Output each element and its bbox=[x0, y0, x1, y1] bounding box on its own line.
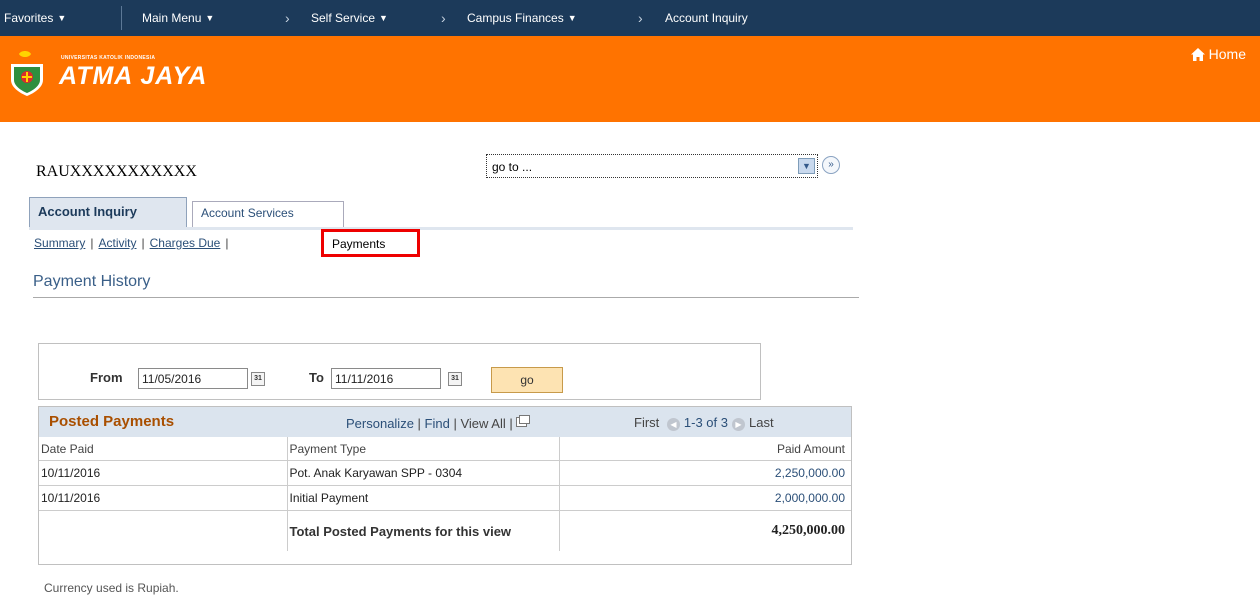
date-cell: 10/11/2016 bbox=[39, 460, 288, 486]
crest-icon bbox=[11, 51, 43, 96]
student-id: RAUXXXXXXXXXXX bbox=[36, 163, 197, 180]
double-chevron-right-icon: » bbox=[828, 159, 834, 170]
home-icon bbox=[1190, 48, 1205, 61]
grid-header: Posted Payments Personalize | Find | Vie… bbox=[39, 407, 851, 437]
tab-account-services[interactable]: Account Services bbox=[192, 201, 344, 227]
table-header-row: Date Paid Payment Type Paid Amount bbox=[39, 437, 851, 461]
from-label: From bbox=[90, 370, 123, 385]
grid-title: Posted Payments bbox=[49, 413, 175, 430]
go-button[interactable]: go bbox=[491, 367, 563, 393]
next-arrow-icon: ▶ bbox=[732, 418, 745, 431]
separator: | bbox=[225, 236, 229, 250]
caret-down-icon: ▼ bbox=[567, 13, 577, 23]
row-range: 1-3 of 3 bbox=[683, 415, 728, 430]
main-menu-label: Main Menu bbox=[142, 11, 202, 25]
to-label: To bbox=[309, 370, 324, 385]
chevron-down-icon[interactable]: ▼ bbox=[798, 158, 815, 174]
summary-link[interactable]: Summary bbox=[34, 236, 85, 250]
caret-down-icon: ▼ bbox=[57, 13, 67, 23]
charges-due-link[interactable]: Charges Due bbox=[150, 236, 221, 250]
last-link: Last bbox=[749, 415, 774, 430]
home-label: Home bbox=[1208, 46, 1246, 62]
home-link[interactable]: Home bbox=[1190, 46, 1246, 62]
separator: | bbox=[90, 236, 94, 250]
table-row: 10/11/2016 Initial Payment 2,000,000.00 bbox=[39, 485, 851, 511]
personalize-link[interactable]: Personalize bbox=[346, 416, 414, 431]
find-link[interactable]: Find bbox=[425, 416, 450, 431]
total-amount: 4,250,000.00 bbox=[559, 510, 851, 551]
column-header-amount: Paid Amount bbox=[776, 441, 845, 456]
new-window-icon[interactable] bbox=[516, 415, 531, 427]
breadcrumb-chevron-icon: › bbox=[638, 10, 643, 26]
charges-label: arges Due bbox=[164, 236, 221, 250]
type-cell: Initial Payment bbox=[287, 485, 560, 511]
view-all-link[interactable]: View All bbox=[460, 416, 505, 431]
caret-down-icon: ▼ bbox=[379, 13, 388, 23]
nav-divider bbox=[121, 6, 122, 30]
summary-label: ummary bbox=[42, 236, 86, 250]
from-date-input[interactable]: 11/05/2016 bbox=[138, 368, 248, 389]
amount-link[interactable]: 2,250,000.00 bbox=[559, 460, 851, 486]
logo-subtitle: UNIVERSITAS KATOLIK INDONESIA bbox=[61, 55, 156, 61]
breadcrumb-chevron-icon: › bbox=[285, 10, 290, 26]
currency-note: Currency used is Rupiah. bbox=[44, 581, 179, 595]
tab-underline bbox=[29, 227, 853, 230]
breadcrumb-chevron-icon: › bbox=[441, 10, 446, 26]
self-service-label: Self Service bbox=[311, 11, 376, 25]
total-row: Total Posted Payments for this view 4,25… bbox=[39, 510, 851, 551]
logo-title: ATMA JAYA bbox=[59, 62, 208, 90]
table-row: 10/11/2016 Pot. Anak Karyawan SPP - 0304… bbox=[39, 460, 851, 486]
grid-tools: Personalize | Find | View All | bbox=[346, 415, 531, 431]
page-title: Payment History bbox=[33, 273, 151, 290]
favorites-label: Favorites bbox=[4, 11, 54, 25]
type-cell: Pot. Anak Karyawan SPP - 0304 bbox=[287, 460, 560, 486]
charges-label-start: C bbox=[149, 236, 159, 250]
sub-navigation: Summary | Activity | Charges Due | bbox=[34, 236, 233, 250]
goto-submit-button[interactable]: » bbox=[822, 156, 840, 174]
empty-cell bbox=[39, 510, 288, 551]
calendar-icon[interactable]: 31 bbox=[448, 372, 462, 386]
breadcrumb-campus-finances[interactable]: Campus Finances ▼ bbox=[467, 0, 577, 36]
calendar-icon[interactable]: 31 bbox=[251, 372, 265, 386]
campus-finances-label: Campus Finances bbox=[467, 11, 564, 25]
caret-down-icon: ▼ bbox=[205, 13, 215, 23]
first-link: First bbox=[634, 415, 660, 430]
favorites-menu[interactable]: Favorites ▼ bbox=[4, 0, 66, 36]
goto-select[interactable]: go to ... ▼ bbox=[486, 154, 818, 178]
amount-link[interactable]: 2,000,000.00 bbox=[559, 485, 851, 511]
activity-label-start: A bbox=[98, 236, 107, 250]
tab-account-inquiry[interactable]: Account Inquiry bbox=[29, 197, 187, 228]
column-header-type: Payment Type bbox=[287, 437, 560, 461]
breadcrumb-account-inquiry[interactable]: Account Inquiry bbox=[665, 0, 748, 36]
payments-link[interactable]: Payments bbox=[332, 237, 385, 251]
separator: | bbox=[141, 236, 145, 250]
column-header-date: Date Paid bbox=[39, 437, 288, 461]
breadcrumb-self-service[interactable]: Self Service ▼ bbox=[311, 0, 388, 36]
prev-arrow-icon: ◀ bbox=[666, 418, 680, 431]
grid-pagination: First ◀ 1-3 of 3 ▶ Last bbox=[634, 415, 774, 431]
header-banner: Home UNIVERSITAS KATOLIK INDONESIA ATMA … bbox=[0, 36, 1260, 122]
payments-table: Date Paid Payment Type Paid Amount 10/11… bbox=[39, 437, 851, 551]
payments-highlight[interactable]: Payments bbox=[321, 229, 420, 257]
summary-accesskey: S bbox=[34, 236, 43, 250]
title-divider bbox=[33, 297, 859, 298]
activity-link[interactable]: Activity bbox=[98, 236, 136, 250]
goto-value: go to ... bbox=[492, 160, 533, 174]
activity-label: tivity bbox=[112, 236, 137, 250]
main-menu[interactable]: Main Menu ▼ bbox=[142, 0, 214, 36]
top-navigation-bar: Favorites ▼ Main Menu ▼ › Self Service ▼ › … bbox=[0, 0, 1260, 36]
total-label: Total Posted Payments for this view bbox=[287, 510, 560, 551]
charges-accesskey: h bbox=[158, 236, 165, 250]
to-date-input[interactable]: 11/11/2016 bbox=[331, 368, 441, 389]
posted-payments-grid: Posted Payments Personalize | Find | Vie… bbox=[38, 406, 852, 565]
date-cell: 10/11/2016 bbox=[39, 485, 288, 511]
